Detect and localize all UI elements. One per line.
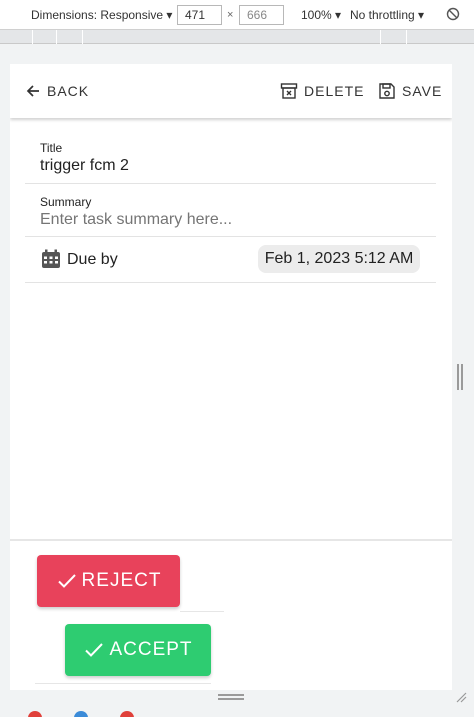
arrow-left-icon	[26, 85, 39, 97]
due-date-picker[interactable]: Feb 1, 2023 5:12 AM	[258, 245, 420, 273]
accept-button[interactable]: ACCEPT	[65, 624, 211, 676]
summary-label: Summary	[40, 195, 92, 209]
due-by-row: Due by Feb 1, 2023 5:12 AM	[25, 237, 436, 283]
divider	[35, 683, 211, 684]
dimensions-dropdown[interactable]: Dimensions: Responsive ▾	[31, 8, 172, 22]
resize-handle-bottom[interactable]	[218, 694, 244, 700]
resize-handle-right[interactable]	[457, 364, 463, 390]
action-area: REJECT ACCEPT	[10, 539, 452, 690]
title-value[interactable]: trigger fcm 2	[40, 157, 129, 175]
media-query-ruler[interactable]	[0, 30, 474, 44]
accept-label: ACCEPT	[109, 639, 193, 660]
reject-button[interactable]: REJECT	[37, 555, 180, 607]
archive-x-icon	[280, 83, 298, 99]
title-label: Title	[40, 141, 63, 155]
dimension-separator: ×	[227, 9, 234, 21]
calendar-icon	[42, 249, 60, 268]
floppy-disk-icon	[379, 83, 395, 99]
title-field[interactable]: Title trigger fcm 2	[25, 130, 436, 184]
check-icon	[57, 574, 76, 588]
save-button[interactable]: SAVE	[378, 80, 442, 102]
zoom-dropdown[interactable]: 100% ▾	[301, 8, 341, 22]
due-by-label: Due by	[67, 251, 118, 268]
viewport-height-input[interactable]: 666	[239, 5, 284, 25]
throttling-dropdown[interactable]: No throttling ▾	[350, 8, 424, 22]
delete-button[interactable]: DELETE	[280, 80, 364, 102]
rotate-icon[interactable]	[446, 7, 460, 21]
check-icon	[85, 643, 104, 657]
back-button[interactable]: BACK	[25, 80, 89, 102]
app-top-bar: BACK DELETE SAVE	[10, 64, 452, 118]
summary-input[interactable]	[40, 211, 420, 229]
taskbar-peek	[0, 708, 474, 717]
back-label: BACK	[47, 83, 90, 99]
divider	[180, 611, 224, 612]
devtools-device-toolbar: Dimensions: Responsive ▾ 471 × 666 100% …	[0, 0, 474, 30]
resize-corner-icon[interactable]	[455, 691, 467, 703]
viewport-width-input[interactable]: 471	[177, 5, 222, 25]
reject-label: REJECT	[81, 570, 162, 591]
delete-label: DELETE	[304, 83, 365, 99]
emulated-viewport: BACK DELETE SAVE Title trigger fcm 2 Sum…	[10, 64, 452, 690]
summary-field[interactable]: Summary	[25, 184, 436, 237]
save-label: SAVE	[402, 83, 443, 99]
